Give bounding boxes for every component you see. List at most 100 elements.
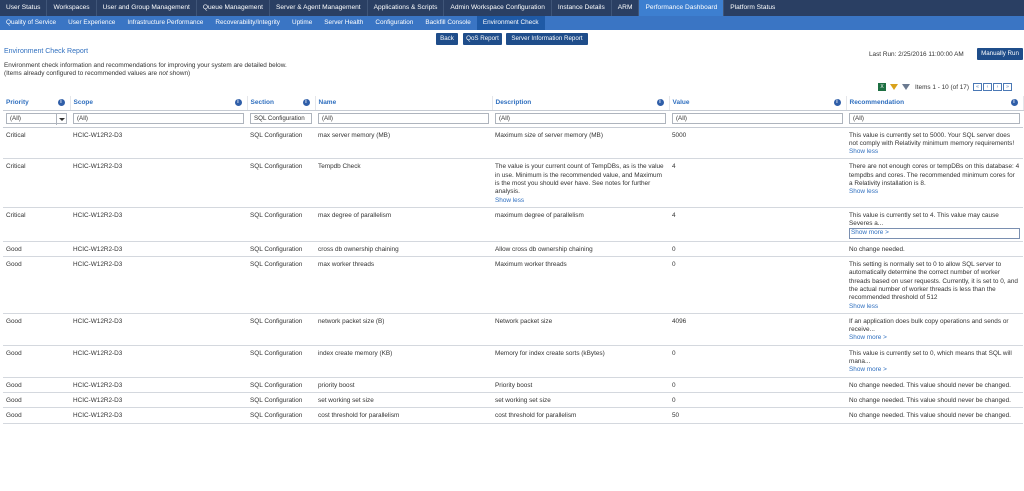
chevron-down-icon[interactable] bbox=[56, 114, 66, 125]
first-page-button[interactable]: « bbox=[973, 83, 982, 91]
cell-description: Memory for index create sorts (kBytes) bbox=[492, 345, 669, 378]
show-toggle-link[interactable]: Show more > bbox=[849, 228, 1020, 239]
section-text: SQL Configuration bbox=[250, 131, 303, 139]
cell-priority: Good bbox=[3, 313, 70, 346]
table-row: Good HCIC-W12R2-D3 SQL Configuration index … bbox=[3, 345, 1023, 378]
show-toggle-link[interactable]: Show more > bbox=[849, 366, 1020, 374]
top-nav-item[interactable]: Workspaces bbox=[47, 0, 95, 16]
cell-scope: HCIC-W12R2-D3 bbox=[70, 241, 247, 258]
last-page-button[interactable]: » bbox=[1003, 83, 1012, 91]
top-nav-item[interactable]: ARM bbox=[612, 0, 639, 16]
priority-filter-select[interactable]: (All) bbox=[6, 113, 67, 125]
cell-description: Maximum size of server memory (MB) bbox=[492, 127, 669, 160]
top-nav-item[interactable]: Queue Management bbox=[197, 0, 269, 16]
column-header-section[interactable]: Section i bbox=[247, 96, 316, 111]
top-nav-item[interactable]: User Status bbox=[0, 0, 46, 16]
column-header-value[interactable]: Value i bbox=[669, 96, 847, 111]
excel-icon[interactable]: X bbox=[878, 83, 886, 91]
section-text: SQL Configuration bbox=[250, 412, 303, 420]
filter-icon[interactable] bbox=[890, 83, 898, 91]
top-nav-item[interactable]: User and Group Management bbox=[97, 0, 196, 16]
back-button[interactable]: Back bbox=[436, 33, 458, 45]
sub-nav-tab[interactable]: Quality of Service bbox=[0, 16, 62, 30]
sub-nav-tab[interactable]: User Experience bbox=[62, 16, 121, 30]
recommendation-text: This value is currently set to 4. This v… bbox=[849, 211, 999, 228]
top-nav-item[interactable]: Platform Status bbox=[724, 0, 781, 16]
info-icon[interactable]: i bbox=[57, 99, 65, 106]
sub-nav-tab[interactable]: Environment Check bbox=[476, 16, 545, 30]
info-icon[interactable]: i bbox=[833, 99, 841, 106]
top-nav-item[interactable]: Performance Dashboard bbox=[639, 0, 724, 16]
cell-recommendation: No change needed. bbox=[846, 241, 1023, 258]
top-nav-item[interactable]: Server & Agent Management bbox=[270, 0, 367, 16]
show-toggle-link[interactable]: Show less bbox=[495, 197, 666, 205]
name-text: max server memory (MB) bbox=[318, 131, 391, 139]
show-toggle-link[interactable]: Show more > bbox=[849, 334, 1020, 342]
value-filter-input[interactable]: (All) bbox=[672, 113, 843, 124]
qos-report-button[interactable]: QoS Report bbox=[463, 33, 502, 45]
sub-nav-tab[interactable]: Uptime bbox=[286, 16, 318, 30]
top-nav-item[interactable]: Instance Details bbox=[552, 0, 611, 16]
name-text: cross db ownership chaining bbox=[318, 245, 399, 253]
scope-filter-input[interactable]: (All) bbox=[73, 113, 244, 124]
scope-text: HCIC-W12R2-D3 bbox=[73, 412, 123, 420]
recommendation-filter-input[interactable]: (All) bbox=[849, 113, 1020, 124]
column-header-scope[interactable]: Scope i bbox=[70, 96, 248, 111]
show-toggle-link[interactable]: Show less bbox=[849, 303, 1020, 311]
section-text: SQL Configuration bbox=[250, 381, 303, 389]
value-text: 4 bbox=[672, 163, 676, 171]
cell-description: set working set size bbox=[492, 392, 669, 409]
cell-name: set working set size bbox=[315, 392, 492, 409]
value-text: 4096 bbox=[672, 317, 687, 325]
column-header-description[interactable]: Description i bbox=[492, 96, 670, 111]
sub-nav-tab[interactable]: Server Health bbox=[318, 16, 369, 30]
next-page-button[interactable]: › bbox=[993, 83, 1002, 91]
info-icon[interactable]: i bbox=[656, 99, 664, 106]
column-header-name[interactable]: Name bbox=[315, 96, 493, 111]
environment-check-grid: Priority i Scope i Section i Name Descripti… bbox=[3, 96, 1024, 424]
info-icon[interactable]: i bbox=[1010, 99, 1018, 106]
manually-run-button[interactable]: Manually Run bbox=[977, 48, 1023, 60]
scope-text: HCIC-W12R2-D3 bbox=[73, 381, 123, 389]
column-header-priority[interactable]: Priority i bbox=[3, 96, 71, 111]
sub-nav-tab[interactable]: Recoverability/Integrity bbox=[209, 16, 286, 30]
recommendation-text: No change needed. This value should neve… bbox=[849, 381, 1011, 389]
clear-filter-icon[interactable] bbox=[902, 83, 910, 91]
section-text: SQL Configuration bbox=[250, 317, 303, 325]
cell-value: 5000 bbox=[669, 127, 846, 160]
sub-nav-tab[interactable]: Backfill Console bbox=[419, 16, 476, 30]
cell-scope: HCIC-W12R2-D3 bbox=[70, 345, 247, 378]
sub-nav-tab[interactable]: Configuration bbox=[369, 16, 419, 30]
table-row: Critical HCIC-W12R2-D3 SQL Configuration ma… bbox=[3, 207, 1023, 242]
cell-priority: Good bbox=[3, 377, 70, 393]
cell-name: max worker threads bbox=[315, 256, 492, 314]
show-toggle-link[interactable]: Show less bbox=[849, 188, 1020, 196]
previous-page-button[interactable]: ‹ bbox=[983, 83, 992, 91]
server-information-report-button[interactable]: Server Information Report bbox=[506, 33, 588, 45]
top-nav-item[interactable]: Admin Workspace Configuration bbox=[444, 0, 550, 16]
value-text: 0 bbox=[672, 261, 676, 269]
sub-nav-tab[interactable]: Infrastructure Performance bbox=[121, 16, 209, 30]
description-text: cost threshold for parallelism bbox=[495, 412, 577, 420]
scope-text: HCIC-W12R2-D3 bbox=[73, 396, 123, 404]
name-filter-input[interactable]: (All) bbox=[318, 113, 489, 124]
info-icon[interactable]: i bbox=[234, 99, 242, 106]
cell-name: max degree of parallelism bbox=[315, 207, 492, 242]
info-icon[interactable]: i bbox=[302, 99, 310, 106]
recommendation-text: No change needed. This value should neve… bbox=[849, 412, 1011, 420]
cell-section: SQL Configuration bbox=[247, 407, 315, 424]
cell-name: network packet size (B) bbox=[315, 313, 492, 346]
table-row: Good HCIC-W12R2-D3 SQL Configuration cost t… bbox=[3, 407, 1023, 424]
priority-text: Good bbox=[6, 396, 22, 404]
column-header-recommendation[interactable]: Recommendation i bbox=[846, 96, 1024, 111]
cell-description: cost threshold for parallelism bbox=[492, 407, 669, 424]
section-filter-input[interactable]: SQL Configuration bbox=[250, 113, 312, 124]
top-nav-item[interactable]: Applications & Scripts bbox=[368, 0, 444, 16]
cell-description: Allow cross db ownership chaining bbox=[492, 241, 669, 258]
show-toggle-link[interactable]: Show less bbox=[849, 148, 1020, 156]
top-navigation: User Status Workspaces User and Group Mana… bbox=[0, 0, 1024, 16]
description-text: Priority boost bbox=[495, 381, 533, 389]
cell-section: SQL Configuration bbox=[247, 377, 315, 393]
cell-value: 0 bbox=[669, 377, 846, 393]
description-filter-input[interactable]: (All) bbox=[495, 113, 666, 124]
